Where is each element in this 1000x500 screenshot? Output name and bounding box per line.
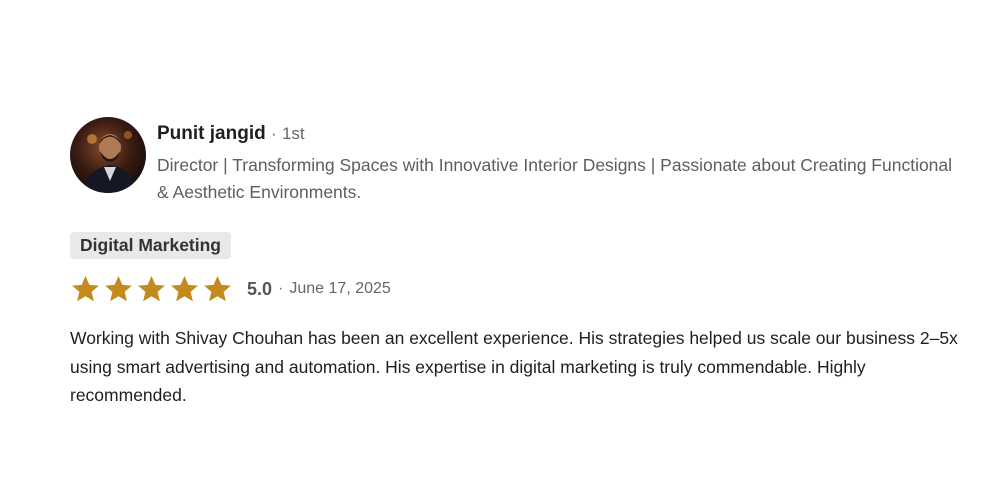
review-date: June 17, 2025 [289, 280, 391, 297]
star-icon [204, 276, 231, 302]
name-separator: · [271, 124, 277, 143]
avatar[interactable] [70, 117, 146, 193]
star-icon [171, 276, 198, 302]
review-header: Punit jangid · 1st Director | Transformi… [70, 117, 970, 206]
reviewer-headline: Director | Transforming Spaces with Inno… [157, 155, 953, 202]
reviewer-name-line: Punit jangid · 1st [157, 122, 967, 146]
star-icon [105, 276, 132, 302]
rating-separator: · [278, 280, 284, 297]
review-text: Working with Shivay Chouhan has been an … [70, 328, 958, 405]
connection-degree: 1st [281, 124, 305, 143]
star-rating [70, 274, 235, 304]
review-card: Punit jangid · 1st Director | Transformi… [70, 117, 970, 410]
star-icon [138, 276, 165, 302]
skill-tag: Digital Marketing [70, 232, 231, 259]
rating-line: 5.0 · June 17, 2025 [70, 274, 970, 304]
avatar-photo [70, 117, 146, 193]
rating-score: 5.0 [247, 278, 273, 299]
star-icon [72, 276, 99, 302]
reviewer-name[interactable]: Punit jangid [157, 123, 266, 144]
reviewer-identity: Punit jangid · 1st Director | Transformi… [157, 117, 967, 206]
